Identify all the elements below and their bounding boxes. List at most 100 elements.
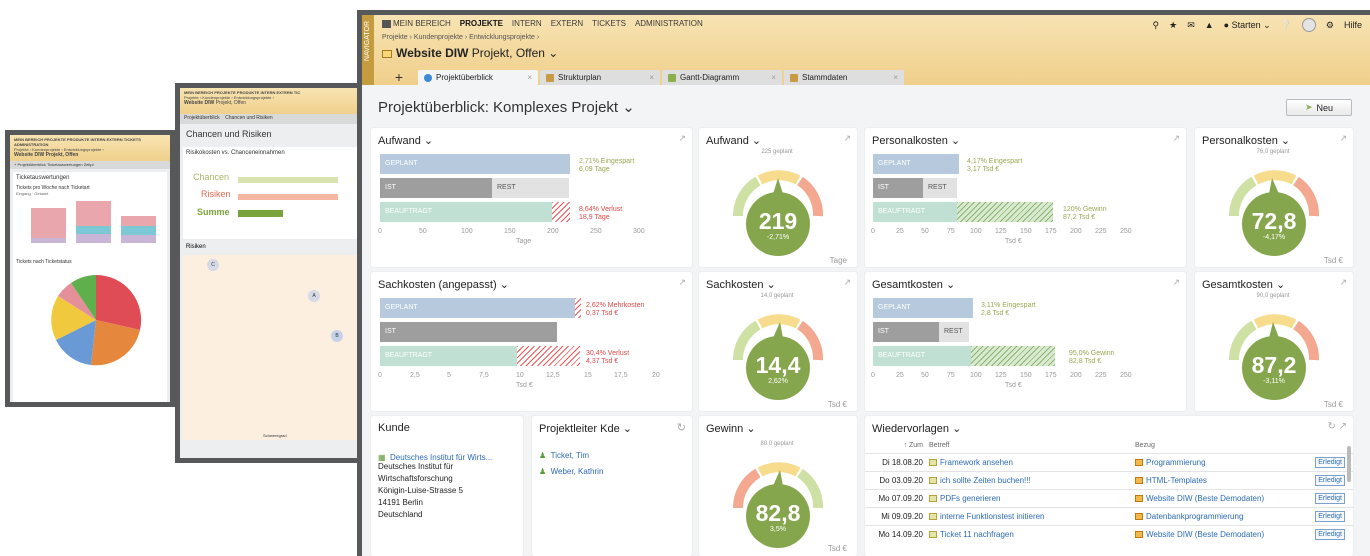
help-link[interactable]: Hilfe	[1344, 20, 1362, 30]
row-ref[interactable]: Programmierung	[1135, 458, 1206, 467]
external-link-icon[interactable]: ↗	[843, 277, 851, 288]
close-icon[interactable]: ×	[761, 73, 776, 82]
nav-item-projekte[interactable]: PROJEKTE	[460, 19, 503, 28]
nav-item-administration[interactable]: ADMINISTRATION	[635, 19, 703, 28]
row-ref[interactable]: Website DIW (Beste Demodaten)	[1135, 530, 1264, 539]
task-icon	[929, 531, 937, 539]
axis-unit: Tsd €	[516, 382, 533, 389]
bar-beauftragt: BEAUFTRAGT	[873, 346, 971, 366]
card-title[interactable]: Sachkosten (angepasst) ⌄	[378, 278, 509, 291]
table-row[interactable]: Do 03.09.20 ich sollte Zeiten buchen!!! HT…	[865, 471, 1353, 489]
back1-bar-chart	[31, 201, 156, 243]
bar-rest: REST	[923, 178, 957, 198]
note-gain: 95,0% Gewinn 82,8 Tsd €	[1069, 350, 1115, 365]
avatar[interactable]	[1301, 18, 1316, 32]
done-button[interactable]: Erledigt	[1315, 493, 1345, 504]
row-subject[interactable]: Ticket 11 nachfragen	[923, 530, 1135, 539]
col-ref[interactable]: Bezug	[1135, 442, 1155, 449]
external-link-icon[interactable]: ↗	[1172, 133, 1180, 144]
row-subject[interactable]: Framework ansehen	[923, 458, 1135, 467]
back2-sum-label: Summe	[197, 207, 230, 217]
back2-waterfall	[238, 177, 338, 217]
card-title[interactable]: Personalkosten ⌄	[872, 134, 960, 147]
scrollbar[interactable]	[1347, 446, 1351, 482]
person-icon: ♟	[539, 451, 547, 460]
navigator-strip[interactable]: NAVIGATOR	[362, 15, 374, 85]
new-button[interactable]: ➤ Neu	[1286, 99, 1352, 116]
back1-section-title: Ticketauswertungen	[16, 175, 70, 181]
nav-item-tickets[interactable]: TICKETS	[592, 19, 626, 28]
search-icon[interactable]: ⚲	[1153, 20, 1160, 31]
row-subject[interactable]: ich sollte Zeiten buchen!!!	[923, 476, 1135, 485]
back2-title: Website DIW	[184, 100, 215, 106]
row-subject[interactable]: PDFs generieren	[923, 494, 1135, 503]
external-link-icon[interactable]: ↗	[1339, 133, 1347, 144]
back2-tab2: Chancen und Risiken	[225, 115, 273, 121]
help-icon[interactable]: ❔	[1281, 20, 1292, 31]
col-date[interactable]: ↑ Zum	[865, 442, 923, 449]
close-icon[interactable]: ×	[517, 73, 532, 82]
tab-projektueberblick[interactable]: Projektüberblick ×	[418, 70, 538, 85]
tab-gantt[interactable]: Gantt-Diagramm ×	[662, 70, 782, 85]
external-link-icon[interactable]: ↗	[1339, 277, 1347, 288]
card-title[interactable]: Gesamtkosten ⌄	[1202, 278, 1285, 291]
card-title[interactable]: Aufwand ⌄	[378, 134, 433, 147]
star-icon[interactable]: ★	[1169, 20, 1177, 31]
bar-geplant: GEPLANT	[380, 298, 575, 318]
bell-icon[interactable]: ▲	[1205, 20, 1214, 30]
col-subject[interactable]: Betreff	[923, 442, 1135, 449]
card-title[interactable]: Sachkosten ⌄	[706, 278, 776, 291]
external-link-icon[interactable]: ↗	[843, 133, 851, 144]
card-title[interactable]: Aufwand ⌄	[706, 134, 761, 147]
loss-hatch	[552, 202, 570, 222]
gear-icon[interactable]: ⚙	[1326, 20, 1334, 31]
gauge-plan: 80,0 geplant	[760, 441, 794, 447]
nav-item-extern[interactable]: EXTERN	[551, 19, 583, 28]
row-ref[interactable]: HTML-Templates	[1135, 476, 1207, 485]
close-icon[interactable]: ×	[883, 73, 898, 82]
nav-item-mein-bereich[interactable]: MEIN BEREICH	[382, 19, 451, 28]
background-window-ticket-analysis: MEIN BEREICH PROJEKTE PRODUKTE INTERN EX…	[5, 130, 175, 407]
card-title[interactable]: Wiedervorlagen ⌄	[872, 422, 961, 435]
gauge-unit: Tsd €	[1323, 256, 1343, 265]
table-row[interactable]: Mo 14.09.20 Ticket 11 nachfragen Website D…	[865, 525, 1353, 543]
table-row[interactable]: Mi 09.09.20 interne Funktionstest initier…	[865, 507, 1353, 525]
folder-icon	[382, 49, 392, 58]
external-link-icon[interactable]: ↗	[678, 133, 686, 144]
close-icon[interactable]: ×	[639, 73, 654, 82]
table-row[interactable]: Di 18.08.20 Framework ansehen Programmieru…	[865, 453, 1353, 471]
page-title[interactable]: Projektüberblick: Komplexes Projekt ⌄	[378, 98, 635, 116]
breadcrumb[interactable]: Projekte › Kundenprojekte › Entwicklungs…	[382, 34, 539, 41]
tab-strukturplan[interactable]: Strukturplan ×	[540, 70, 660, 85]
start-menu-button[interactable]: ● Starten ⌄	[1224, 20, 1271, 31]
tab-stammdaten[interactable]: Stammdaten ×	[784, 70, 904, 85]
back2-tab1: Projektüberblick	[184, 115, 220, 121]
done-button[interactable]: Erledigt	[1315, 529, 1345, 540]
person-link[interactable]: ♟ Weber, Kathrin	[539, 461, 603, 479]
refresh-icon[interactable]: ↻ ↗	[1327, 421, 1347, 432]
gauge-delta: -2,71%	[766, 234, 790, 241]
refresh-icon[interactable]: ↻	[677, 421, 686, 434]
extra-cost-hatch	[575, 298, 581, 318]
bar-ist: IST	[380, 322, 557, 342]
external-link-icon[interactable]: ↗	[1172, 277, 1180, 288]
nav-item-intern[interactable]: INTERN	[512, 19, 542, 28]
row-ref[interactable]: Website DIW (Beste Demodaten)	[1135, 494, 1264, 503]
note-saved: 3,11% Eingespart 2,8 Tsd €	[981, 302, 1036, 317]
back2-risk-matrix: C A B Schweregrad	[183, 255, 362, 440]
mail-icon[interactable]: ✉	[1187, 20, 1195, 31]
add-tab-button[interactable]: +	[384, 69, 414, 85]
done-button[interactable]: Erledigt	[1315, 511, 1345, 522]
done-button[interactable]: Erledigt	[1315, 475, 1345, 486]
table-row[interactable]: Mo 07.09.20 PDFs generieren Website DIW (B…	[865, 489, 1353, 507]
card-title[interactable]: Projektleiter Kde ⌄	[539, 422, 632, 435]
row-subject[interactable]: interne Funktionstest initieren	[923, 512, 1135, 521]
done-button[interactable]: Erledigt	[1315, 457, 1345, 468]
back2-subtitle: Projekt, Offen	[215, 100, 247, 106]
row-ref[interactable]: Datenbankprogrammierung	[1135, 512, 1243, 521]
card-title[interactable]: Gewinn ⌄	[706, 422, 756, 435]
card-title[interactable]: Gesamtkosten ⌄	[872, 278, 955, 291]
gauge-value: 219	[758, 208, 798, 234]
card-title[interactable]: Personalkosten ⌄	[1202, 134, 1290, 147]
external-link-icon[interactable]: ↗	[678, 277, 686, 288]
